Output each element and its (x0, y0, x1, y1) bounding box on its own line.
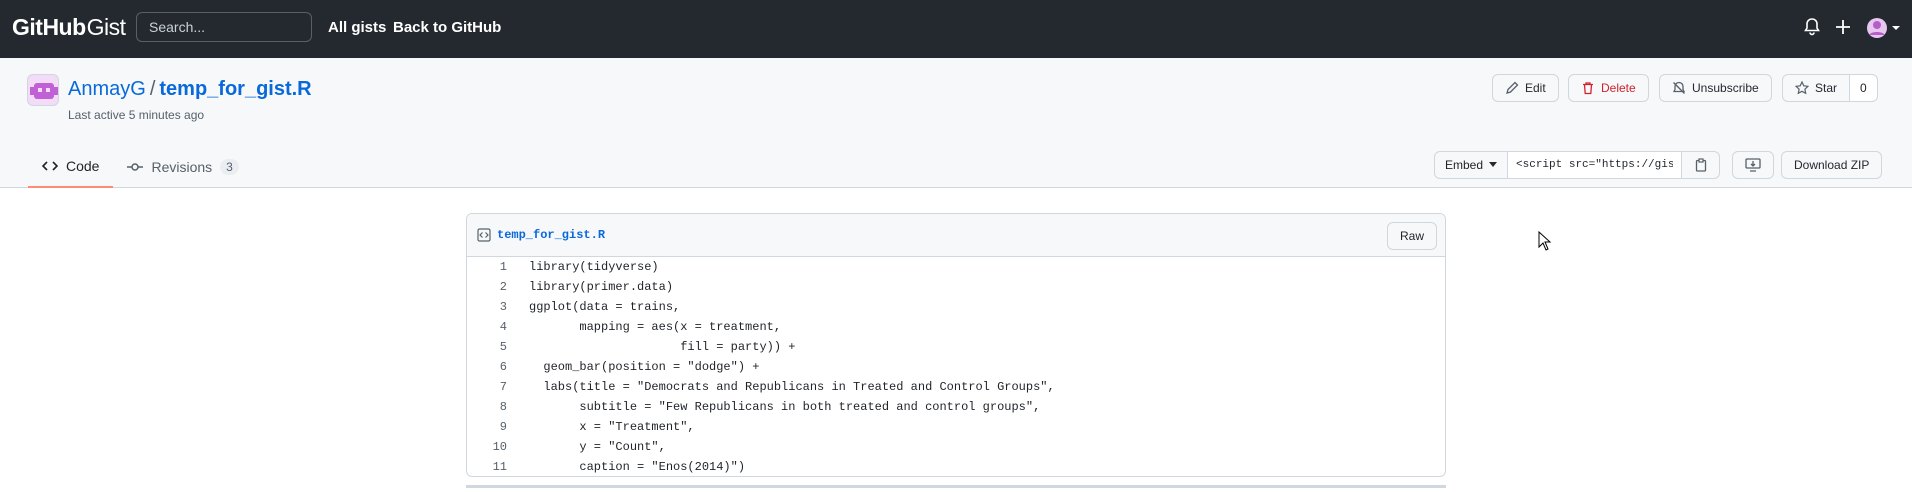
tab-revisions[interactable]: Revisions 3 (113, 146, 252, 188)
star-count[interactable]: 0 (1850, 74, 1878, 102)
code-line: 1 library(tidyverse) (467, 257, 1445, 277)
code-line: 8 subtitle = "Few Republicans in both tr… (467, 397, 1445, 417)
embed-group: Embed (1434, 151, 1721, 179)
code-line: 9 x = "Treatment", (467, 417, 1445, 437)
revisions-count: 3 (220, 159, 239, 175)
tab-code-label: Code (66, 158, 100, 174)
line-number[interactable]: 2 (467, 280, 507, 294)
copy-embed-button[interactable] (1682, 151, 1721, 179)
line-number[interactable]: 11 (467, 460, 507, 474)
nav-back-to-github[interactable]: Back to GitHub (393, 19, 501, 36)
desktop-download-icon (1745, 158, 1761, 172)
top-header: GitHubGist All gists Back to GitHub (0, 0, 1912, 58)
code-block: 1 library(tidyverse) 2 library(primer.data)… (467, 257, 1445, 476)
unsubscribe-label: Unsubscribe (1692, 81, 1759, 95)
avatar-menu[interactable] (1866, 17, 1900, 44)
line-number[interactable]: 7 (467, 380, 507, 394)
gist-owner-link[interactable]: AnmayG (68, 78, 146, 100)
star-label: Star (1815, 81, 1838, 95)
tab-revisions-label: Revisions (151, 159, 213, 175)
code-line: 2 library(primer.data) (467, 277, 1445, 297)
bell-slash-icon (1672, 81, 1686, 94)
file-name-link[interactable]: temp_for_gist.R (497, 228, 605, 242)
tab-code[interactable]: Code (28, 146, 114, 188)
code-line: 11 caption = "Enos(2014)") (467, 457, 1445, 476)
trash-icon (1583, 82, 1593, 95)
code-line: 7 labs(title = "Democrats and Republican… (467, 377, 1445, 397)
file-code-icon (477, 228, 491, 242)
embed-url-input[interactable] (1508, 151, 1683, 179)
line-number[interactable]: 3 (467, 300, 507, 314)
gist-title: AnmayG / temp_for_gist.R (68, 78, 312, 101)
star-icon (1795, 81, 1809, 95)
github-gist-logo[interactable]: GitHubGist (12, 14, 126, 41)
code-text: library(primer.data) (529, 280, 674, 294)
gist-filename-link[interactable]: temp_for_gist.R (159, 78, 311, 100)
code-text: geom_bar(position = "dodge") + (529, 360, 760, 374)
file-header: temp_for_gist.R Raw (467, 214, 1445, 257)
code-text: ggplot(data = trains, (529, 300, 681, 314)
code-text: subtitle = "Few Republicans in both trea… (529, 400, 1041, 414)
nav-all-gists[interactable]: All gists (328, 19, 386, 36)
embed-label: Embed (1445, 158, 1484, 172)
code-icon (42, 161, 58, 171)
line-number[interactable]: 10 (467, 440, 507, 454)
code-line: 5 fill = party)) + (467, 337, 1445, 357)
download-zip-label: Download ZIP (1794, 158, 1870, 172)
bell-icon[interactable] (1804, 18, 1820, 41)
title-separator: / (149, 78, 156, 100)
download-zip-button[interactable]: Download ZIP (1781, 151, 1883, 179)
edit-button[interactable]: Edit (1492, 74, 1559, 102)
clipboard-icon (1695, 158, 1706, 172)
delete-label: Delete (1601, 81, 1636, 95)
code-text: labs(title = "Democrats and Republicans … (529, 380, 1055, 394)
code-text: library(tidyverse) (529, 260, 659, 274)
search-input[interactable] (136, 12, 312, 42)
line-number[interactable]: 5 (467, 340, 507, 354)
last-active-text: Last active 5 minutes ago (68, 108, 205, 122)
plus-icon[interactable] (1835, 18, 1851, 41)
code-text: x = "Treatment", (529, 420, 695, 434)
star-group: Star 0 (1782, 74, 1878, 102)
code-line: 3 ggplot(data = trains, (467, 297, 1445, 317)
code-text: mapping = aes(x = treatment, (529, 320, 782, 334)
caret-down-icon (1489, 162, 1498, 167)
code-text: caption = "Enos(2014)") (529, 460, 746, 474)
logo-github-text: GitHub (12, 14, 86, 40)
code-line: 4 mapping = aes(x = treatment, (467, 317, 1445, 337)
logo-gist-text: Gist (86, 14, 126, 40)
git-commit-icon (127, 163, 144, 171)
line-number[interactable]: 4 (467, 320, 507, 334)
edit-label: Edit (1525, 81, 1546, 95)
unsubscribe-button[interactable]: Unsubscribe (1659, 74, 1772, 102)
file-box: temp_for_gist.R Raw 1 library(tidyverse) 2… (466, 213, 1446, 477)
gist-tabs: Code Revisions 3 (28, 146, 253, 188)
code-line: 10 y = "Count", (467, 437, 1445, 457)
code-text: fill = party)) + (529, 340, 796, 354)
line-number[interactable]: 9 (467, 420, 507, 434)
code-text: y = "Count", (529, 440, 666, 454)
embed-select[interactable]: Embed (1434, 151, 1509, 179)
pencil-icon (1506, 81, 1519, 94)
delete-button[interactable]: Delete (1568, 74, 1649, 102)
line-number[interactable]: 6 (467, 360, 507, 374)
avatar[interactable] (27, 74, 59, 106)
code-line: 6 geom_bar(position = "dodge") + (467, 357, 1445, 377)
raw-button[interactable]: Raw (1386, 222, 1437, 250)
next-file-border (466, 485, 1446, 488)
open-desktop-button[interactable] (1732, 151, 1774, 179)
line-number[interactable]: 8 (467, 400, 507, 414)
line-number[interactable]: 1 (467, 260, 507, 274)
star-button[interactable]: Star (1782, 74, 1851, 102)
mouse-cursor-icon (1538, 231, 1552, 251)
